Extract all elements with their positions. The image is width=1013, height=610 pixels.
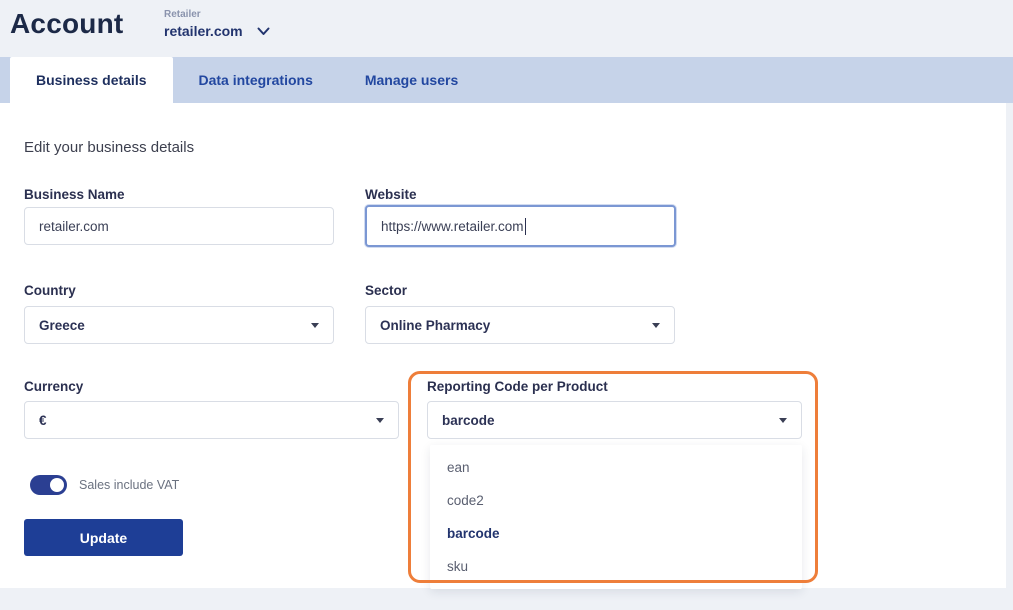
update-button[interactable]: Update [24, 519, 183, 556]
vat-toggle-label: Sales include VAT [79, 478, 179, 492]
chevron-down-icon[interactable] [257, 27, 270, 36]
page-title: Account [10, 8, 123, 40]
business-name-label: Business Name [24, 187, 125, 202]
caret-down-icon [779, 418, 787, 423]
caret-down-icon [652, 323, 660, 328]
tab-manage-users[interactable]: Manage users [339, 57, 484, 103]
reporting-code-label: Reporting Code per Product [427, 379, 608, 394]
vat-toggle[interactable] [30, 475, 67, 495]
toggle-knob [50, 478, 64, 492]
country-select[interactable]: Greece [24, 306, 334, 344]
dropdown-option-code2[interactable]: code2 [430, 484, 802, 517]
website-label: Website [365, 187, 417, 202]
sector-label: Sector [365, 283, 407, 298]
dropdown-option-sku[interactable]: sku [430, 550, 802, 583]
page-header: Account Retailer retailer.com [0, 0, 1013, 57]
caret-down-icon [376, 418, 384, 423]
reporting-code-value: barcode [442, 413, 495, 428]
reporting-code-dropdown: ean code2 barcode sku [430, 445, 802, 589]
website-input[interactable]: https://www.retailer.com [365, 205, 676, 247]
currency-select[interactable]: € [24, 401, 399, 439]
account-page: Account Retailer retailer.com Business d… [0, 0, 1013, 610]
reporting-code-select[interactable]: barcode [427, 401, 802, 439]
account-type-label: Retailer [164, 9, 270, 20]
sector-select[interactable]: Online Pharmacy [365, 306, 675, 344]
country-value: Greece [39, 318, 85, 333]
caret-down-icon [311, 323, 319, 328]
section-heading: Edit your business details [24, 139, 194, 156]
business-details-panel: Edit your business details Business Name… [0, 103, 1006, 588]
dropdown-option-barcode[interactable]: barcode [430, 517, 802, 550]
dropdown-option-ean[interactable]: ean [430, 451, 802, 484]
country-label: Country [24, 283, 76, 298]
text-caret [525, 218, 527, 235]
tab-data-integrations[interactable]: Data integrations [173, 57, 339, 103]
business-name-value: retailer.com [39, 219, 109, 234]
currency-label: Currency [24, 379, 83, 394]
tab-bar: Business details Data integrations Manag… [0, 57, 1013, 103]
sector-value: Online Pharmacy [380, 318, 490, 333]
website-value: https://www.retailer.com [381, 219, 524, 234]
currency-value: € [39, 413, 47, 428]
account-selector[interactable]: Retailer retailer.com [164, 9, 270, 39]
business-name-input[interactable]: retailer.com [24, 207, 334, 245]
account-name: retailer.com [164, 23, 243, 39]
tab-business-details[interactable]: Business details [10, 57, 173, 103]
vat-toggle-row: Sales include VAT [30, 475, 179, 495]
